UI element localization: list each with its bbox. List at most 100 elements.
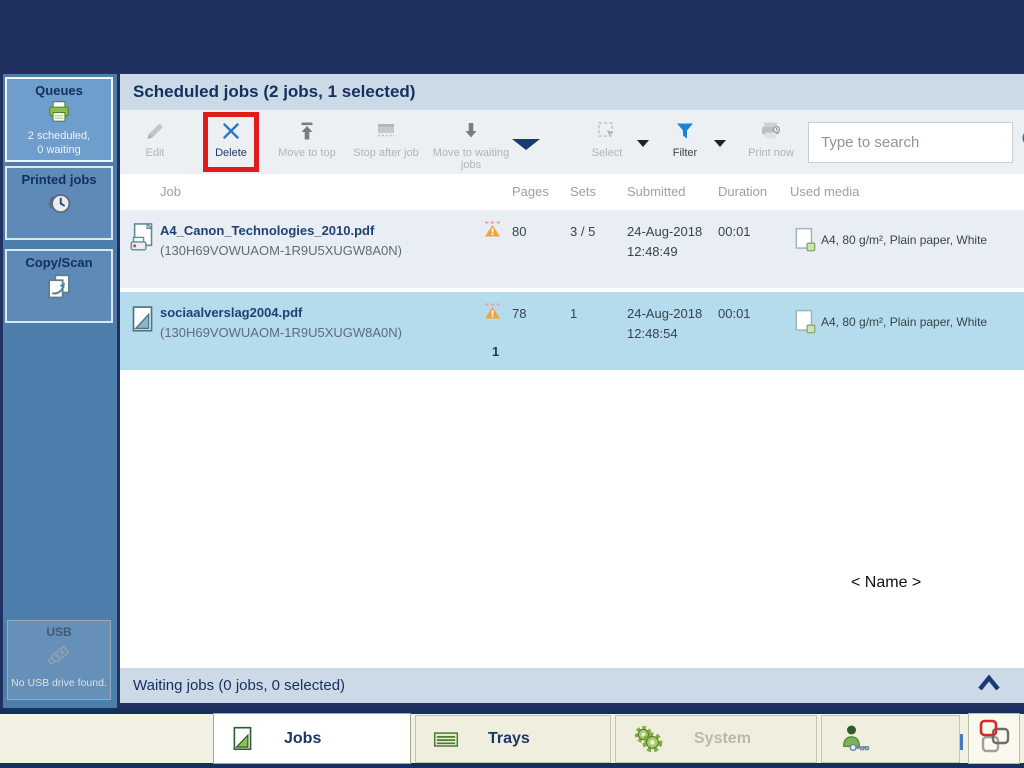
job-name: A4_Canon_Technologies_2010.pdf xyxy=(160,223,375,238)
search-box xyxy=(808,122,1024,163)
job-progress-count: 1 xyxy=(492,344,500,359)
job-row-2-selected[interactable]: sociaalverslag2004.pdf (130H69VOWUAOM-1R… xyxy=(120,292,1024,370)
move-to-waiting-button[interactable]: Move to waiting jobs xyxy=(425,118,517,171)
tab-trays[interactable]: Trays xyxy=(415,715,611,763)
toolbar: Edit Delete Move to top Stop after job M… xyxy=(120,110,1024,174)
column-header-sets: Sets xyxy=(570,184,597,199)
job-submitted-time: 12:48:54 xyxy=(627,326,678,341)
sidebar-item-copy-scan[interactable]: Copy/Scan xyxy=(5,249,113,323)
job-media: A4, 80 g/m², Plain paper, White xyxy=(821,233,988,247)
select-marquee-icon xyxy=(596,118,618,144)
queues-label: Queues xyxy=(35,83,83,98)
tab-jobs[interactable]: Jobs xyxy=(213,713,411,764)
history-clock-icon xyxy=(44,189,74,222)
waiting-jobs-bar[interactable]: Waiting jobs (0 jobs, 0 selected) xyxy=(120,668,1024,703)
copy-scan-icon xyxy=(43,272,75,307)
tab-trays-label: Trays xyxy=(488,730,530,747)
more-actions-dropdown[interactable] xyxy=(512,139,540,150)
gears-icon xyxy=(632,724,666,754)
sidebar-item-queues[interactable]: Queues 2 scheduled, 0 waiting xyxy=(5,77,113,162)
job-submitted-date: 24-Aug-2018 xyxy=(627,306,703,321)
job-id: (130H69VOWUAOM-1R9U5XUGW8A0N) xyxy=(160,325,403,340)
job-id: (130H69VOWUAOM-1R9U5XUGW8A0N) xyxy=(160,243,403,258)
column-header-used-media: Used media xyxy=(790,184,860,199)
select-label: Select xyxy=(591,147,623,159)
printing-job-icon xyxy=(129,222,156,259)
tab-user-login[interactable] xyxy=(821,715,960,763)
scheduled-jobs-table: Job Pages Sets Submitted Duration Used m… xyxy=(120,174,1024,668)
user-key-icon xyxy=(838,723,874,755)
print-now-button[interactable]: Print now xyxy=(742,118,800,159)
job-sets: 1 xyxy=(570,306,578,321)
job-name: sociaalverslag2004.pdf xyxy=(160,305,303,320)
waiting-jobs-title: Waiting jobs (0 jobs, 0 selected) xyxy=(133,677,346,694)
printed-jobs-label: Printed jobs xyxy=(21,172,97,187)
queues-status-line2: 0 waiting xyxy=(37,144,81,156)
search-icon[interactable] xyxy=(1020,128,1024,157)
select-dropdown-caret[interactable] xyxy=(637,140,649,147)
top-banner xyxy=(0,0,1024,74)
move-to-waiting-label: Move to waiting jobs xyxy=(432,147,510,171)
bottom-tab-bar: Jobs Trays System xyxy=(0,710,1024,768)
print-now-label: Print now xyxy=(748,147,794,159)
switch-view-button[interactable] xyxy=(968,713,1020,764)
usb-label: USB xyxy=(46,625,72,639)
job-sets: 3 / 5 xyxy=(570,224,596,239)
job-submitted-date: 24-Aug-2018 xyxy=(627,224,703,239)
queues-status-line1: 2 scheduled, xyxy=(27,130,91,142)
filter-dropdown-caret[interactable] xyxy=(714,140,726,147)
usb-stick-icon xyxy=(42,641,76,674)
copy-scan-label: Copy/Scan xyxy=(25,255,93,270)
trays-icon xyxy=(432,727,460,751)
arrow-up-bar-icon xyxy=(296,118,318,144)
filter-label: Filter xyxy=(672,147,698,159)
scheduled-jobs-header: Scheduled jobs (2 jobs, 1 selected) xyxy=(120,74,1024,110)
media-sheet-icon xyxy=(793,227,817,259)
filter-button[interactable]: Filter xyxy=(663,118,707,159)
job-duration: 00:01 xyxy=(718,224,751,239)
tab-system[interactable]: System xyxy=(615,715,817,763)
delete-label: Delete xyxy=(215,147,247,159)
job-pages: 78 xyxy=(512,306,527,321)
chevron-up-icon[interactable] xyxy=(976,674,1002,697)
job-pages: 80 xyxy=(512,224,527,239)
column-header-duration: Duration xyxy=(718,184,768,199)
job-row-1[interactable]: A4_Canon_Technologies_2010.pdf (130H69VO… xyxy=(120,210,1024,288)
print-now-icon xyxy=(759,118,783,144)
stop-after-job-icon xyxy=(374,118,398,144)
media-sheet-icon xyxy=(793,309,817,341)
sidebar-item-usb[interactable]: USB No USB drive found. xyxy=(7,620,111,700)
delete-x-icon xyxy=(220,118,242,144)
sidebar: Queues 2 scheduled, 0 waiting Printed jo… xyxy=(3,74,117,708)
search-input[interactable] xyxy=(809,134,1020,151)
edit-button[interactable]: Edit xyxy=(133,118,177,159)
tab-separator xyxy=(960,734,963,750)
printer-icon xyxy=(46,100,72,129)
select-button[interactable]: Select xyxy=(582,118,632,159)
usb-status: No USB drive found. xyxy=(11,677,107,689)
job-duration: 00:01 xyxy=(718,306,751,321)
filter-funnel-icon xyxy=(674,118,696,144)
jobs-document-icon xyxy=(230,725,256,753)
column-header-submitted: Submitted xyxy=(627,184,686,199)
column-header-pages: Pages xyxy=(512,184,549,199)
move-to-top-label: Move to top xyxy=(278,147,336,159)
overlapping-squares-icon xyxy=(975,717,1013,760)
name-placeholder: < Name > xyxy=(851,574,922,591)
sidebar-item-printed-jobs[interactable]: Printed jobs xyxy=(5,166,113,240)
job-media: A4, 80 g/m², Plain paper, White xyxy=(821,315,988,329)
job-submitted-time: 12:48:49 xyxy=(627,244,678,259)
delete-button[interactable]: Delete xyxy=(211,118,251,159)
warning-icon xyxy=(484,303,501,325)
main-content: Scheduled jobs (2 jobs, 1 selected) Edit… xyxy=(120,74,1024,703)
move-to-top-button[interactable]: Move to top xyxy=(271,118,343,159)
stop-after-job-button[interactable]: Stop after job xyxy=(347,118,425,159)
tab-jobs-label: Jobs xyxy=(284,729,322,747)
document-job-icon xyxy=(129,304,156,341)
warning-icon xyxy=(484,221,501,243)
tab-system-label: System xyxy=(694,730,751,747)
stop-after-job-label: Stop after job xyxy=(353,147,419,159)
column-header-job: Job xyxy=(160,184,181,199)
page-title: Scheduled jobs (2 jobs, 1 selected) xyxy=(133,82,416,101)
arrow-down-icon xyxy=(460,118,482,144)
